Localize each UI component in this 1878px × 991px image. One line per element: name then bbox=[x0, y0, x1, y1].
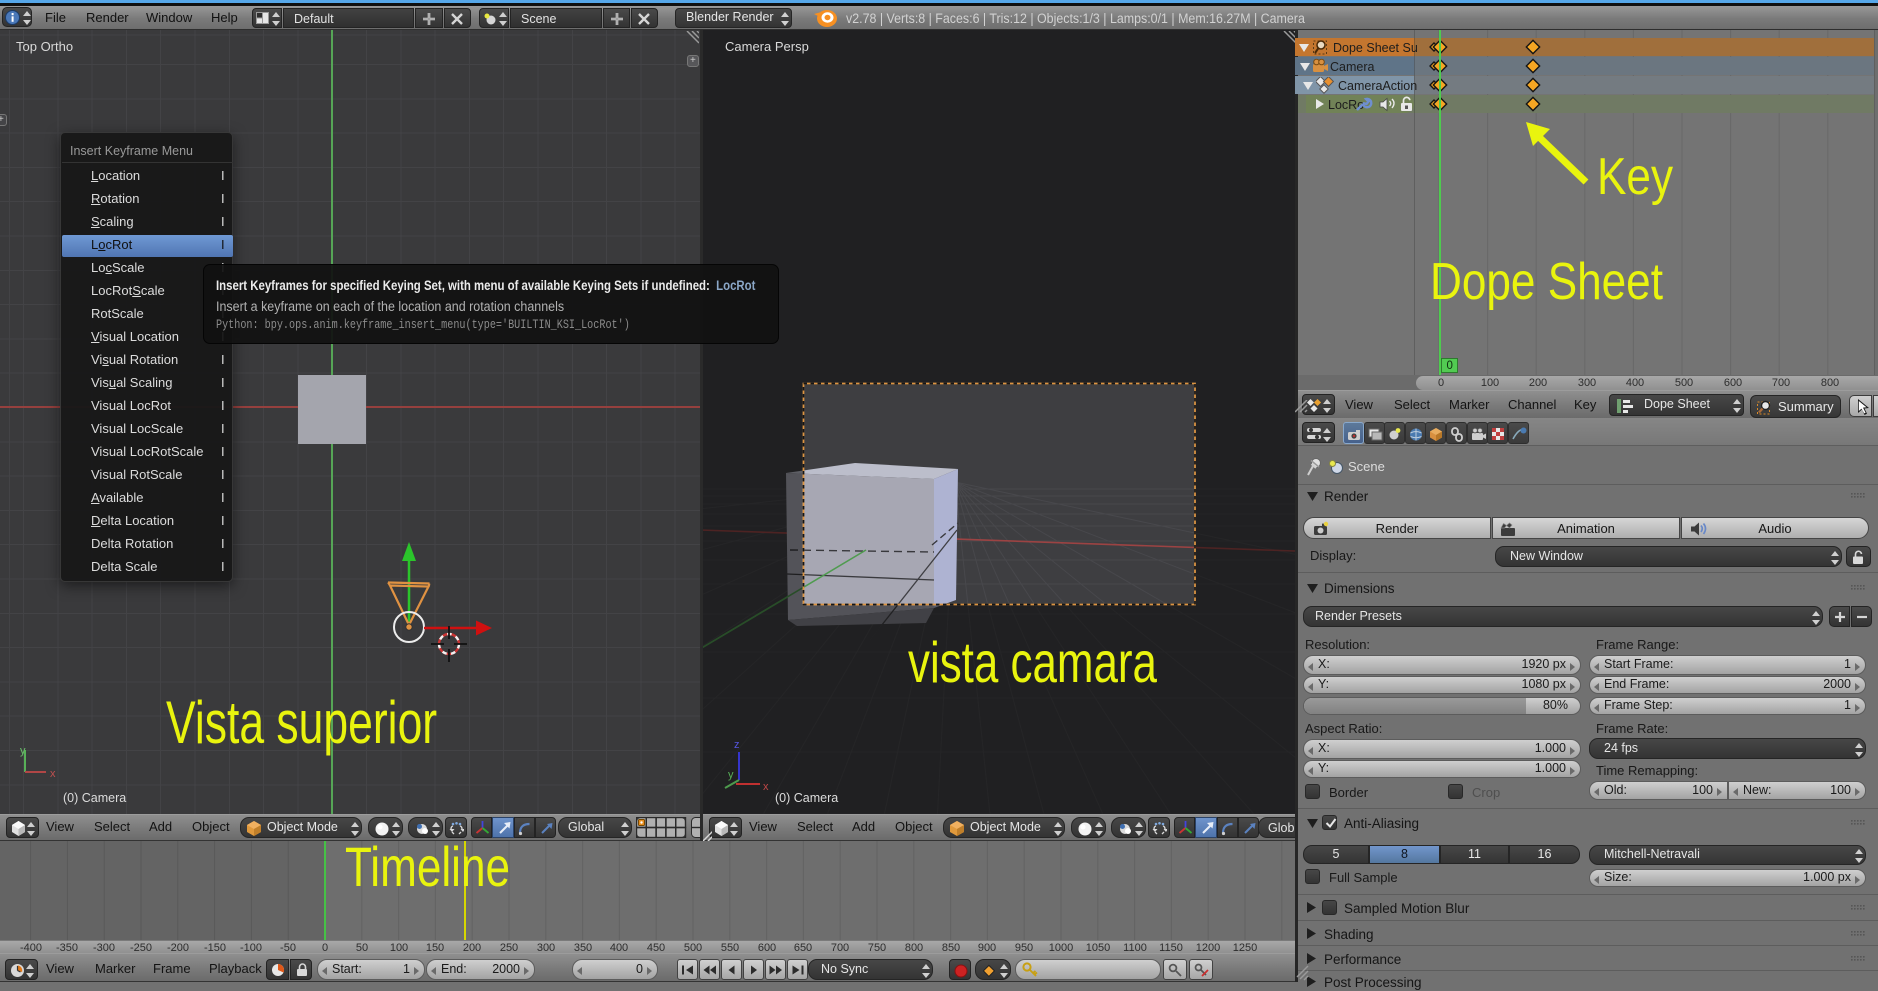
svg-text:z: z bbox=[734, 739, 740, 751]
svg-text:x: x bbox=[50, 768, 56, 780]
svg-text:y: y bbox=[20, 745, 26, 757]
svg-text:y: y bbox=[728, 769, 734, 781]
svg-text:x: x bbox=[763, 781, 769, 793]
